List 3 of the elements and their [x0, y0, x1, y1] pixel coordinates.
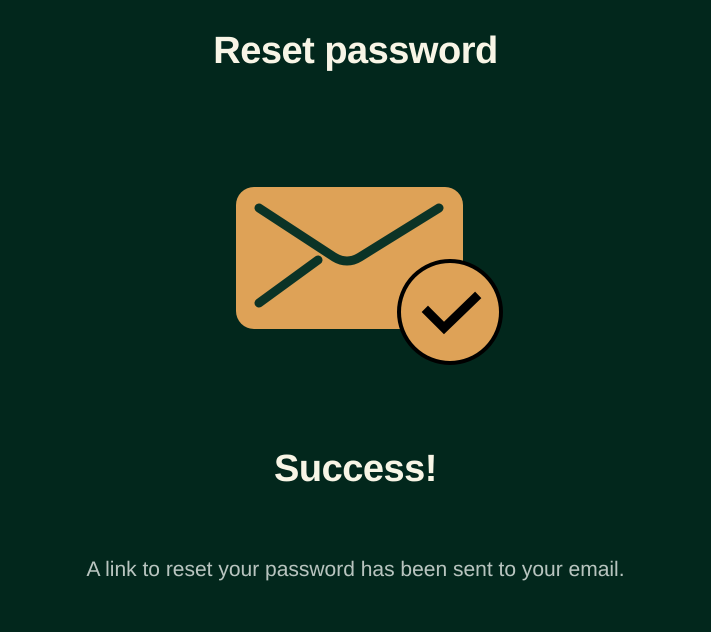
success-message: A link to reset your password has been sent to your email.: [86, 557, 625, 583]
page-title: Reset password: [213, 29, 498, 74]
success-heading: Success!: [274, 447, 437, 492]
